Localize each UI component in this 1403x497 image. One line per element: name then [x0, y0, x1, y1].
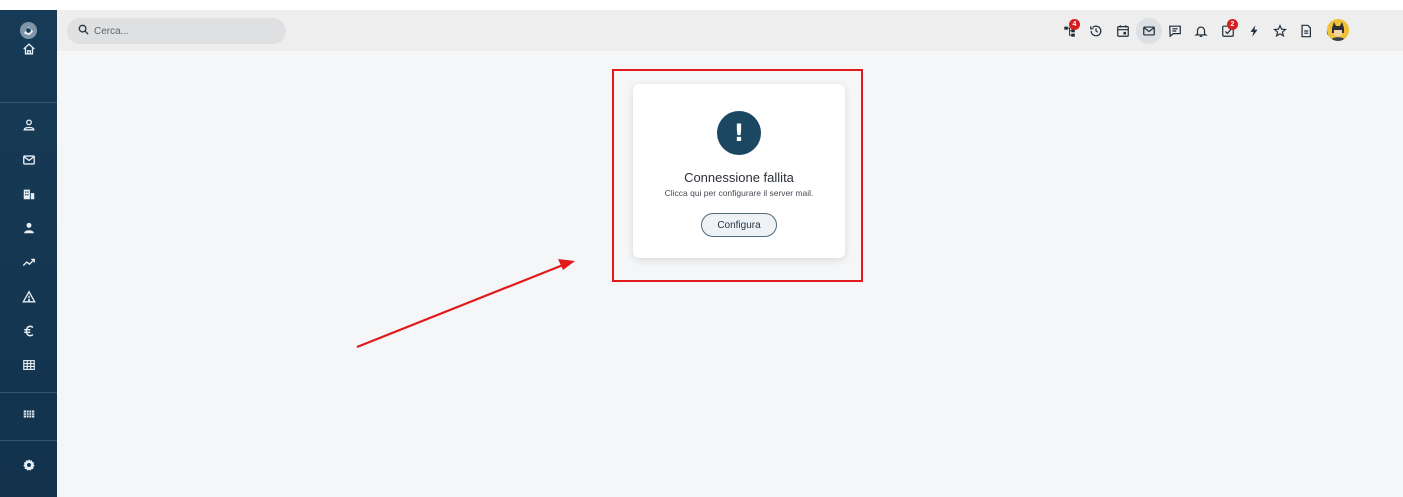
document-icon [1299, 24, 1313, 38]
topbar-history-button[interactable] [1083, 18, 1109, 44]
table-icon [22, 358, 36, 377]
sidebar-divider [0, 392, 57, 393]
topbar-lightning-button[interactable] [1241, 18, 1267, 44]
search-box[interactable] [67, 18, 286, 44]
euro-icon [22, 324, 36, 343]
sidebar-item-tables[interactable] [0, 350, 57, 384]
bell-icon [1194, 24, 1208, 38]
sidebar-item-home[interactable] [0, 34, 57, 68]
sidebar-item-grid[interactable] [0, 399, 57, 433]
chat-icon [1168, 24, 1182, 38]
home-icon [22, 42, 36, 61]
sidebar [0, 10, 57, 497]
sidebar-item-trends[interactable] [0, 247, 57, 281]
notification-badge: 2 [1227, 19, 1238, 30]
sidebar-item-mail[interactable] [0, 145, 57, 179]
grid-icon [22, 407, 36, 426]
trend-icon [22, 255, 36, 274]
topbar-star-button[interactable] [1267, 18, 1293, 44]
topbar-workflow-button[interactable]: 4 [1057, 18, 1083, 44]
notification-badge: 4 [1069, 19, 1080, 30]
mail-icon [22, 153, 36, 172]
calendar-icon [1116, 24, 1130, 38]
topbar-document-button[interactable] [1293, 18, 1319, 44]
topbar-calendar-button[interactable] [1110, 18, 1136, 44]
star-icon [1273, 24, 1287, 38]
sidebar-item-contacts[interactable] [0, 110, 57, 144]
search-input[interactable] [94, 25, 264, 37]
user-icon [22, 221, 36, 240]
avatar[interactable] [1327, 19, 1349, 41]
sidebar-divider [0, 102, 57, 103]
sidebar-item-companies[interactable] [0, 179, 57, 213]
history-icon [1089, 24, 1103, 38]
contacts-icon [22, 118, 36, 137]
sidebar-item-settings[interactable] [0, 450, 57, 484]
sidebar-item-finance[interactable] [0, 316, 57, 350]
topbar-mail-button[interactable] [1136, 18, 1162, 44]
warning-icon [21, 289, 36, 309]
search-icon [78, 22, 89, 40]
sidebar-item-warnings[interactable] [0, 282, 57, 316]
sidebar-item-users[interactable] [0, 213, 57, 247]
topbar-tasks-button[interactable]: 2 [1215, 18, 1241, 44]
lightning-icon [1247, 24, 1261, 38]
topbar-chat-button[interactable] [1162, 18, 1188, 44]
highlight-box [612, 69, 863, 282]
settings-icon [22, 458, 36, 477]
topbar-bell-button[interactable] [1188, 18, 1214, 44]
mail-icon [1142, 24, 1156, 38]
sidebar-divider [0, 440, 57, 441]
building-icon [22, 187, 36, 206]
